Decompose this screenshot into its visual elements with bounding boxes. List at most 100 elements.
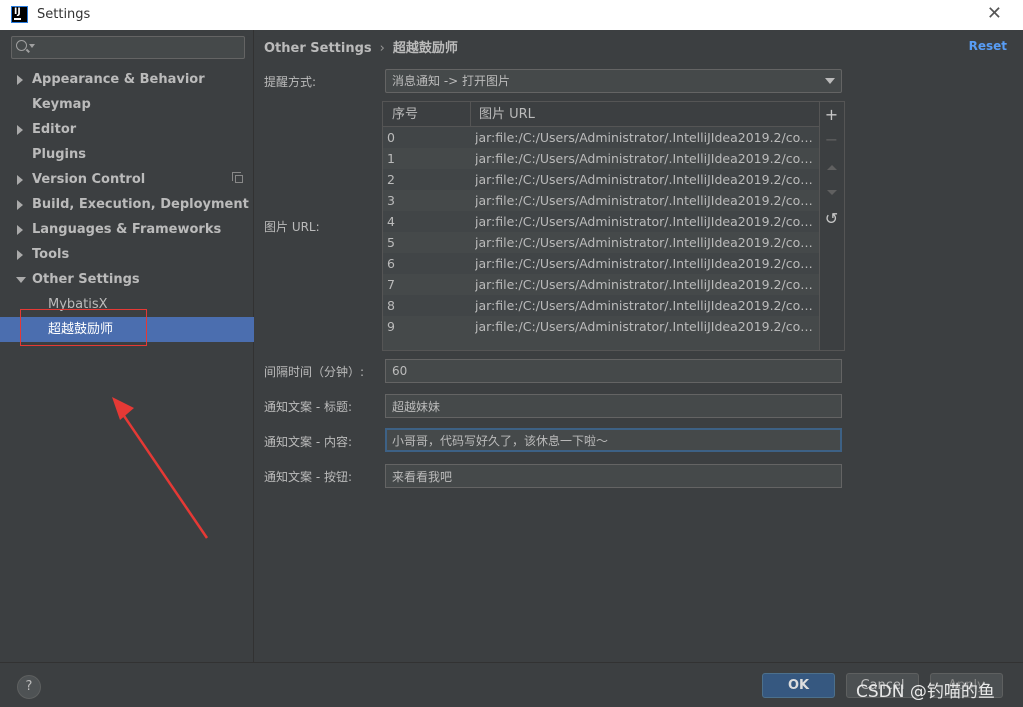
- row-index: 9: [387, 319, 395, 334]
- expand-arrow-icon[interactable]: [17, 200, 23, 210]
- settings-content: Other Settings › 超越鼓励师 Reset 提醒方式: 消息通知 ->…: [254, 30, 1023, 662]
- interval-input[interactable]: [385, 359, 842, 383]
- row-url: jar:file:/C:/Users/Administrator/.Intell…: [475, 214, 815, 229]
- help-button[interactable]: ?: [17, 675, 41, 699]
- row-url: jar:file:/C:/Users/Administrator/.Intell…: [475, 151, 815, 166]
- sidebar-item-label: Languages & Frameworks: [32, 222, 222, 237]
- reminder-method-label: 提醒方式:: [264, 75, 317, 89]
- sidebar-item-label: Build, Execution, Deployment: [32, 197, 249, 212]
- table-body: 0 jar:file:/C:/Users/Administrator/.Intel…: [383, 127, 819, 337]
- sidebar-item-keymap[interactable]: Keymap: [0, 92, 254, 117]
- image-url-table-panel: 序号 图片 URL 0 jar:file:/C:/Users/Administra…: [382, 101, 845, 351]
- annotation-arrow-icon: [112, 397, 209, 539]
- sidebar-item-tools[interactable]: Tools: [0, 242, 254, 267]
- sidebar-item-label: Editor: [32, 122, 77, 137]
- notify-button-input[interactable]: [385, 464, 842, 488]
- breadcrumb-separator: ›: [379, 41, 385, 56]
- row-index: 8: [387, 298, 395, 313]
- sidebar-item-label: Other Settings: [32, 272, 140, 287]
- row-index: 2: [387, 172, 395, 187]
- intellij-app-icon: [11, 6, 28, 23]
- row-index: 4: [387, 214, 395, 229]
- row-url: jar:file:/C:/Users/Administrator/.Intell…: [475, 277, 815, 292]
- reminder-method-value: 消息通知 -> 打开图片: [392, 74, 511, 88]
- breadcrumb-current: 超越鼓励师: [392, 41, 458, 56]
- sidebar-item-other-settings[interactable]: Other Settings: [0, 267, 254, 292]
- sidebar-item-label: Version Control: [32, 172, 146, 187]
- row-url: jar:file:/C:/Users/Administrator/.Intell…: [475, 256, 815, 271]
- table-toolbar: + − ↺: [819, 102, 844, 350]
- row-url: jar:file:/C:/Users/Administrator/.Intell…: [475, 235, 815, 250]
- table-row[interactable]: 1 jar:file:/C:/Users/Administrator/.Intel…: [383, 148, 819, 169]
- notify-content-input[interactable]: [385, 428, 842, 452]
- settings-tree: Appearance & Behavior Keymap Editor Plug…: [0, 67, 254, 342]
- row-url: jar:file:/C:/Users/Administrator/.Intell…: [475, 298, 815, 313]
- table-row[interactable]: 6 jar:file:/C:/Users/Administrator/.Intel…: [383, 253, 819, 274]
- move-up-icon[interactable]: [827, 165, 837, 170]
- close-icon[interactable]: ✕: [987, 4, 1002, 24]
- sidebar-item-label: Keymap: [32, 97, 91, 112]
- sidebar-item-label: Appearance & Behavior: [32, 72, 205, 87]
- row-index: 0: [387, 130, 395, 145]
- search-history-caret-icon[interactable]: [29, 44, 35, 48]
- expand-arrow-icon[interactable]: [17, 75, 23, 85]
- sidebar-item-languages-frameworks[interactable]: Languages & Frameworks: [0, 217, 254, 242]
- row-index: 6: [387, 256, 395, 271]
- row-url: jar:file:/C:/Users/Administrator/.Intell…: [475, 172, 815, 187]
- notify-title-input[interactable]: [385, 394, 842, 418]
- annotation-highlight-box: [20, 309, 147, 346]
- row-url: jar:file:/C:/Users/Administrator/.Intell…: [475, 319, 815, 334]
- sidebar-item-build-execution-deployment[interactable]: Build, Execution, Deployment: [0, 192, 254, 217]
- sidebar-item-editor[interactable]: Editor: [0, 117, 254, 142]
- notify-content-label: 通知文案 - 内容:: [264, 435, 353, 449]
- column-header-url[interactable]: 图片 URL: [479, 102, 535, 127]
- sidebar-item-label: Tools: [32, 247, 70, 262]
- table-row[interactable]: 9 jar:file:/C:/Users/Administrator/.Intel…: [383, 316, 819, 337]
- row-url: jar:file:/C:/Users/Administrator/.Intell…: [475, 130, 815, 145]
- sidebar-item-version-control[interactable]: Version Control: [0, 167, 254, 192]
- table-header: 序号 图片 URL: [383, 102, 819, 127]
- expand-arrow-icon[interactable]: [17, 250, 23, 260]
- chevron-down-icon: [825, 78, 835, 84]
- table-row[interactable]: 0 jar:file:/C:/Users/Administrator/.Intel…: [383, 127, 819, 148]
- notify-title-label: 通知文案 - 标题:: [264, 400, 353, 414]
- row-index: 3: [387, 193, 395, 208]
- image-url-label: 图片 URL:: [264, 220, 320, 234]
- settings-search-input[interactable]: [11, 36, 245, 59]
- restore-defaults-icon[interactable]: ↺: [823, 210, 840, 227]
- column-header-index[interactable]: 序号: [392, 102, 418, 127]
- column-divider[interactable]: [470, 102, 471, 127]
- dialog-footer: ? OK Cancel Apply CSDN @钓喵的鱼: [0, 662, 1023, 707]
- reminder-method-select[interactable]: 消息通知 -> 打开图片: [385, 69, 842, 93]
- breadcrumb-parent[interactable]: Other Settings: [264, 41, 372, 56]
- window-title: Settings: [37, 7, 91, 22]
- notify-button-label: 通知文案 - 按钮:: [264, 470, 353, 484]
- expand-arrow-icon[interactable]: [17, 225, 23, 235]
- settings-sidebar: Appearance & Behavior Keymap Editor Plug…: [0, 30, 254, 662]
- collapse-arrow-icon[interactable]: [16, 277, 26, 283]
- csdn-watermark: CSDN @钓喵的鱼: [856, 682, 995, 702]
- row-index: 7: [387, 277, 395, 292]
- table-row[interactable]: 8 jar:file:/C:/Users/Administrator/.Intel…: [383, 295, 819, 316]
- table-row[interactable]: 3 jar:file:/C:/Users/Administrator/.Intel…: [383, 190, 819, 211]
- sidebar-item-appearance-behavior[interactable]: Appearance & Behavior: [0, 67, 254, 92]
- table-row[interactable]: 5 jar:file:/C:/Users/Administrator/.Intel…: [383, 232, 819, 253]
- sidebar-item-label: Plugins: [32, 147, 86, 162]
- interval-label: 间隔时间（分钟）:: [264, 365, 365, 379]
- table-row[interactable]: 7 jar:file:/C:/Users/Administrator/.Intel…: [383, 274, 819, 295]
- table-row[interactable]: 2 jar:file:/C:/Users/Administrator/.Intel…: [383, 169, 819, 190]
- add-row-icon[interactable]: +: [823, 106, 840, 123]
- sidebar-item-plugins[interactable]: Plugins: [0, 142, 254, 167]
- breadcrumb: Other Settings › 超越鼓励师: [264, 37, 458, 56]
- move-down-icon[interactable]: [827, 190, 837, 195]
- reset-link[interactable]: Reset: [969, 39, 1007, 53]
- remove-row-icon[interactable]: −: [823, 131, 840, 148]
- row-url: jar:file:/C:/Users/Administrator/.Intell…: [475, 193, 815, 208]
- row-index: 5: [387, 235, 395, 250]
- expand-arrow-icon[interactable]: [17, 175, 23, 185]
- table-row[interactable]: 4 jar:file:/C:/Users/Administrator/.Intel…: [383, 211, 819, 232]
- expand-arrow-icon[interactable]: [17, 125, 23, 135]
- title-bar: Settings ✕: [0, 0, 1023, 30]
- ok-button[interactable]: OK: [762, 673, 835, 698]
- copy-icon: [232, 172, 243, 183]
